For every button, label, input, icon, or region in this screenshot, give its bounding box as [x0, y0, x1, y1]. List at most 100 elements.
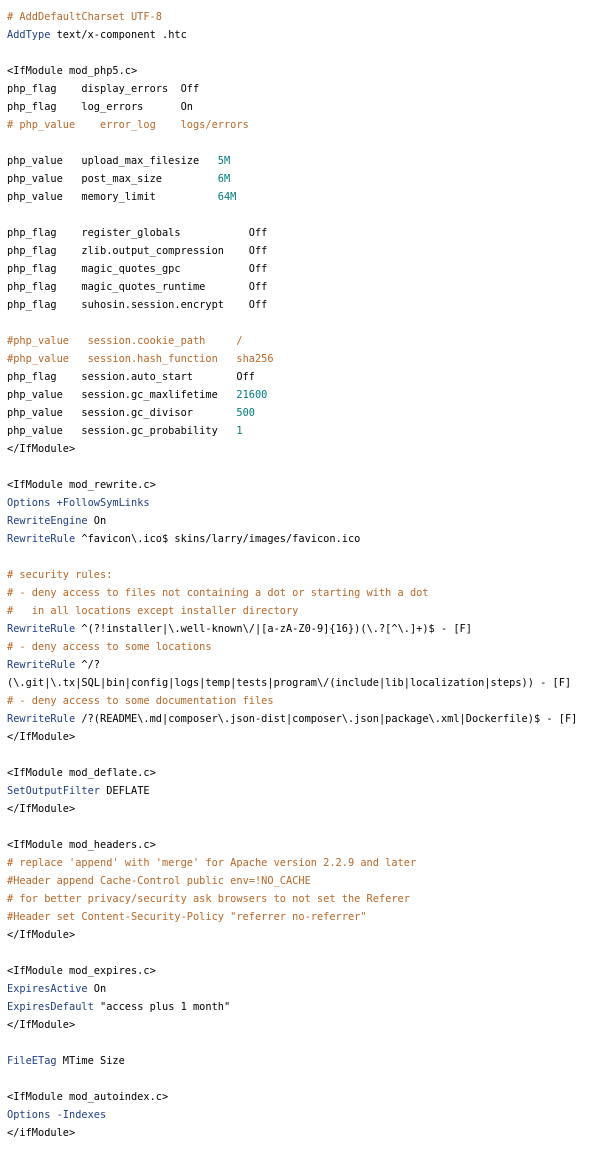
comment-text: # - deny access to some locations: [7, 641, 212, 653]
code-text: MTime Size: [56, 1055, 125, 1067]
code-line: </IfModule>: [7, 800, 600, 818]
comment-text: # AddDefaultCharset UTF-8: [7, 11, 162, 23]
code-line: php_flag magic_quotes_runtime Off: [7, 278, 600, 296]
code-text: php_flag display_errors: [7, 83, 181, 95]
code-text: text/x-component .htc: [50, 29, 187, 41]
comment-text: # php_value error_log logs/errors: [7, 119, 249, 131]
code-text: php_value session.gc_probability: [7, 425, 237, 437]
directive-text: -Indexes: [50, 1109, 107, 1121]
code-text: php_flag suhosin.session.encrypt: [7, 299, 249, 311]
code-line: RewriteRule ^/?: [7, 656, 600, 674]
code-line: Options -Indexes: [7, 1106, 600, 1124]
code-text: php_flag session.auto_start: [7, 371, 237, 383]
code-line: # - deny access to some locations: [7, 638, 600, 656]
code-text: <IfModule mod_rewrite.c>: [7, 479, 156, 491]
code-line: php_value session.gc_probability 1: [7, 422, 600, 440]
code-line: #php_value session.cookie_path /: [7, 332, 600, 350]
code-line: RewriteRule ^(?!installer|\.well-known\/…: [7, 620, 600, 638]
directive-text: FileETag: [7, 1055, 57, 1067]
code-line: # in all locations except installer dire…: [7, 602, 600, 620]
comment-text: #php_value session.cookie_path /: [7, 335, 243, 347]
code-text: DEFLATE: [100, 785, 150, 797]
comment-text: #Header set Content-Security-Policy "ref…: [7, 911, 367, 923]
code-line: php_flag magic_quotes_gpc Off: [7, 260, 600, 278]
code-text: ^/?: [75, 659, 101, 671]
code-text: </IfModule>: [7, 929, 76, 941]
directive-text: ExpiresActive: [7, 983, 88, 995]
code-line: AddType text/x-component .htc: [7, 26, 600, 44]
code-text: </IfModule>: [7, 803, 76, 815]
code-text: <IfModule mod_autoindex.c>: [7, 1091, 169, 1103]
code-line: <IfModule mod_php5.c>: [7, 62, 600, 80]
code-line: php_value session.gc_divisor 500: [7, 404, 600, 422]
code-line: php_flag session.auto_start Off: [7, 368, 600, 386]
code-line: php_flag zlib.output_compression Off: [7, 242, 600, 260]
code-text: ^(?!installer|\.well-known\/|[a-zA-Z0-9]…: [75, 623, 472, 635]
directive-text: Options: [7, 497, 51, 509]
code-text: php_value upload_max_filesize: [7, 155, 218, 167]
code-text: On: [180, 101, 193, 113]
code-text: php_flag magic_quotes_runtime: [7, 281, 249, 293]
code-line: </IfModule>: [7, 440, 600, 458]
code-line: <IfModule mod_autoindex.c>: [7, 1088, 600, 1106]
directive-text: RewriteRule: [7, 659, 76, 671]
value-text: 500: [236, 407, 255, 419]
directive-text: Options: [7, 1109, 51, 1121]
code-text: php_flag register_globals: [7, 227, 249, 239]
code-line: php_flag display_errors Off: [7, 80, 600, 98]
code-text: On: [87, 983, 107, 995]
code-text: <IfModule mod_headers.c>: [7, 839, 156, 851]
code-text: php_flag magic_quotes_gpc: [7, 263, 249, 275]
value-text: 21600: [236, 389, 268, 401]
code-text: Off: [236, 371, 255, 383]
code-line: # security rules:: [7, 566, 600, 584]
directive-text: +FollowSymLinks: [50, 497, 150, 509]
code-line: #php_value session.hash_function sha256: [7, 350, 600, 368]
code-line: Options +FollowSymLinks: [7, 494, 600, 512]
code-line: <IfModule mod_deflate.c>: [7, 764, 600, 782]
code-text: php_flag log_errors: [7, 101, 181, 113]
directive-text: RewriteRule: [7, 623, 76, 635]
code-line: </ifModule>: [7, 1124, 600, 1142]
code-text: </IfModule>: [7, 731, 76, 743]
code-line: #Header append Cache-Control public env=…: [7, 872, 600, 890]
value-text: 5M: [217, 155, 231, 167]
code-line: <IfModule mod_expires.c>: [7, 962, 600, 980]
code-text: <IfModule mod_expires.c>: [7, 965, 156, 977]
code-text: "access plus 1 month": [93, 1001, 231, 1013]
code-text: On: [87, 515, 107, 527]
code-text: Off: [248, 281, 268, 293]
code-line: </IfModule>: [7, 926, 600, 944]
code-text: </ifModule>: [7, 1127, 76, 1139]
code-text: </IfModule>: [7, 1019, 76, 1031]
code-text: ^favicon\.ico$ skins/larry/images/favico…: [75, 533, 361, 545]
code-line: FileETag MTime Size: [7, 1052, 600, 1070]
comment-text: #Header append Cache-Control public env=…: [7, 875, 311, 887]
code-line: # - deny access to files not containing …: [7, 584, 600, 602]
value-text: 1: [236, 425, 243, 437]
code-line: # - deny access to some documentation fi…: [7, 692, 600, 710]
code-text: </IfModule>: [7, 443, 76, 455]
directive-text: AddType: [7, 29, 51, 41]
comment-text: # for better privacy/security ask browse…: [7, 893, 410, 905]
code-text: php_value post_max_size: [7, 173, 218, 185]
comment-text: # replace 'append' with 'merge' for Apac…: [7, 857, 417, 869]
code-line: php_flag log_errors On: [7, 98, 600, 116]
code-line: SetOutputFilter DEFLATE: [7, 782, 600, 800]
code-line: php_flag suhosin.session.encrypt Off: [7, 296, 600, 314]
code-line: </IfModule>: [7, 728, 600, 746]
code-line: <IfModule mod_headers.c>: [7, 836, 600, 854]
code-line: <IfModule mod_rewrite.c>: [7, 476, 600, 494]
comment-text: # - deny access to some documentation fi…: [7, 695, 274, 707]
code-line: RewriteEngine On: [7, 512, 600, 530]
code-line: # AddDefaultCharset UTF-8: [7, 8, 600, 26]
directive-text: SetOutputFilter: [7, 785, 100, 797]
